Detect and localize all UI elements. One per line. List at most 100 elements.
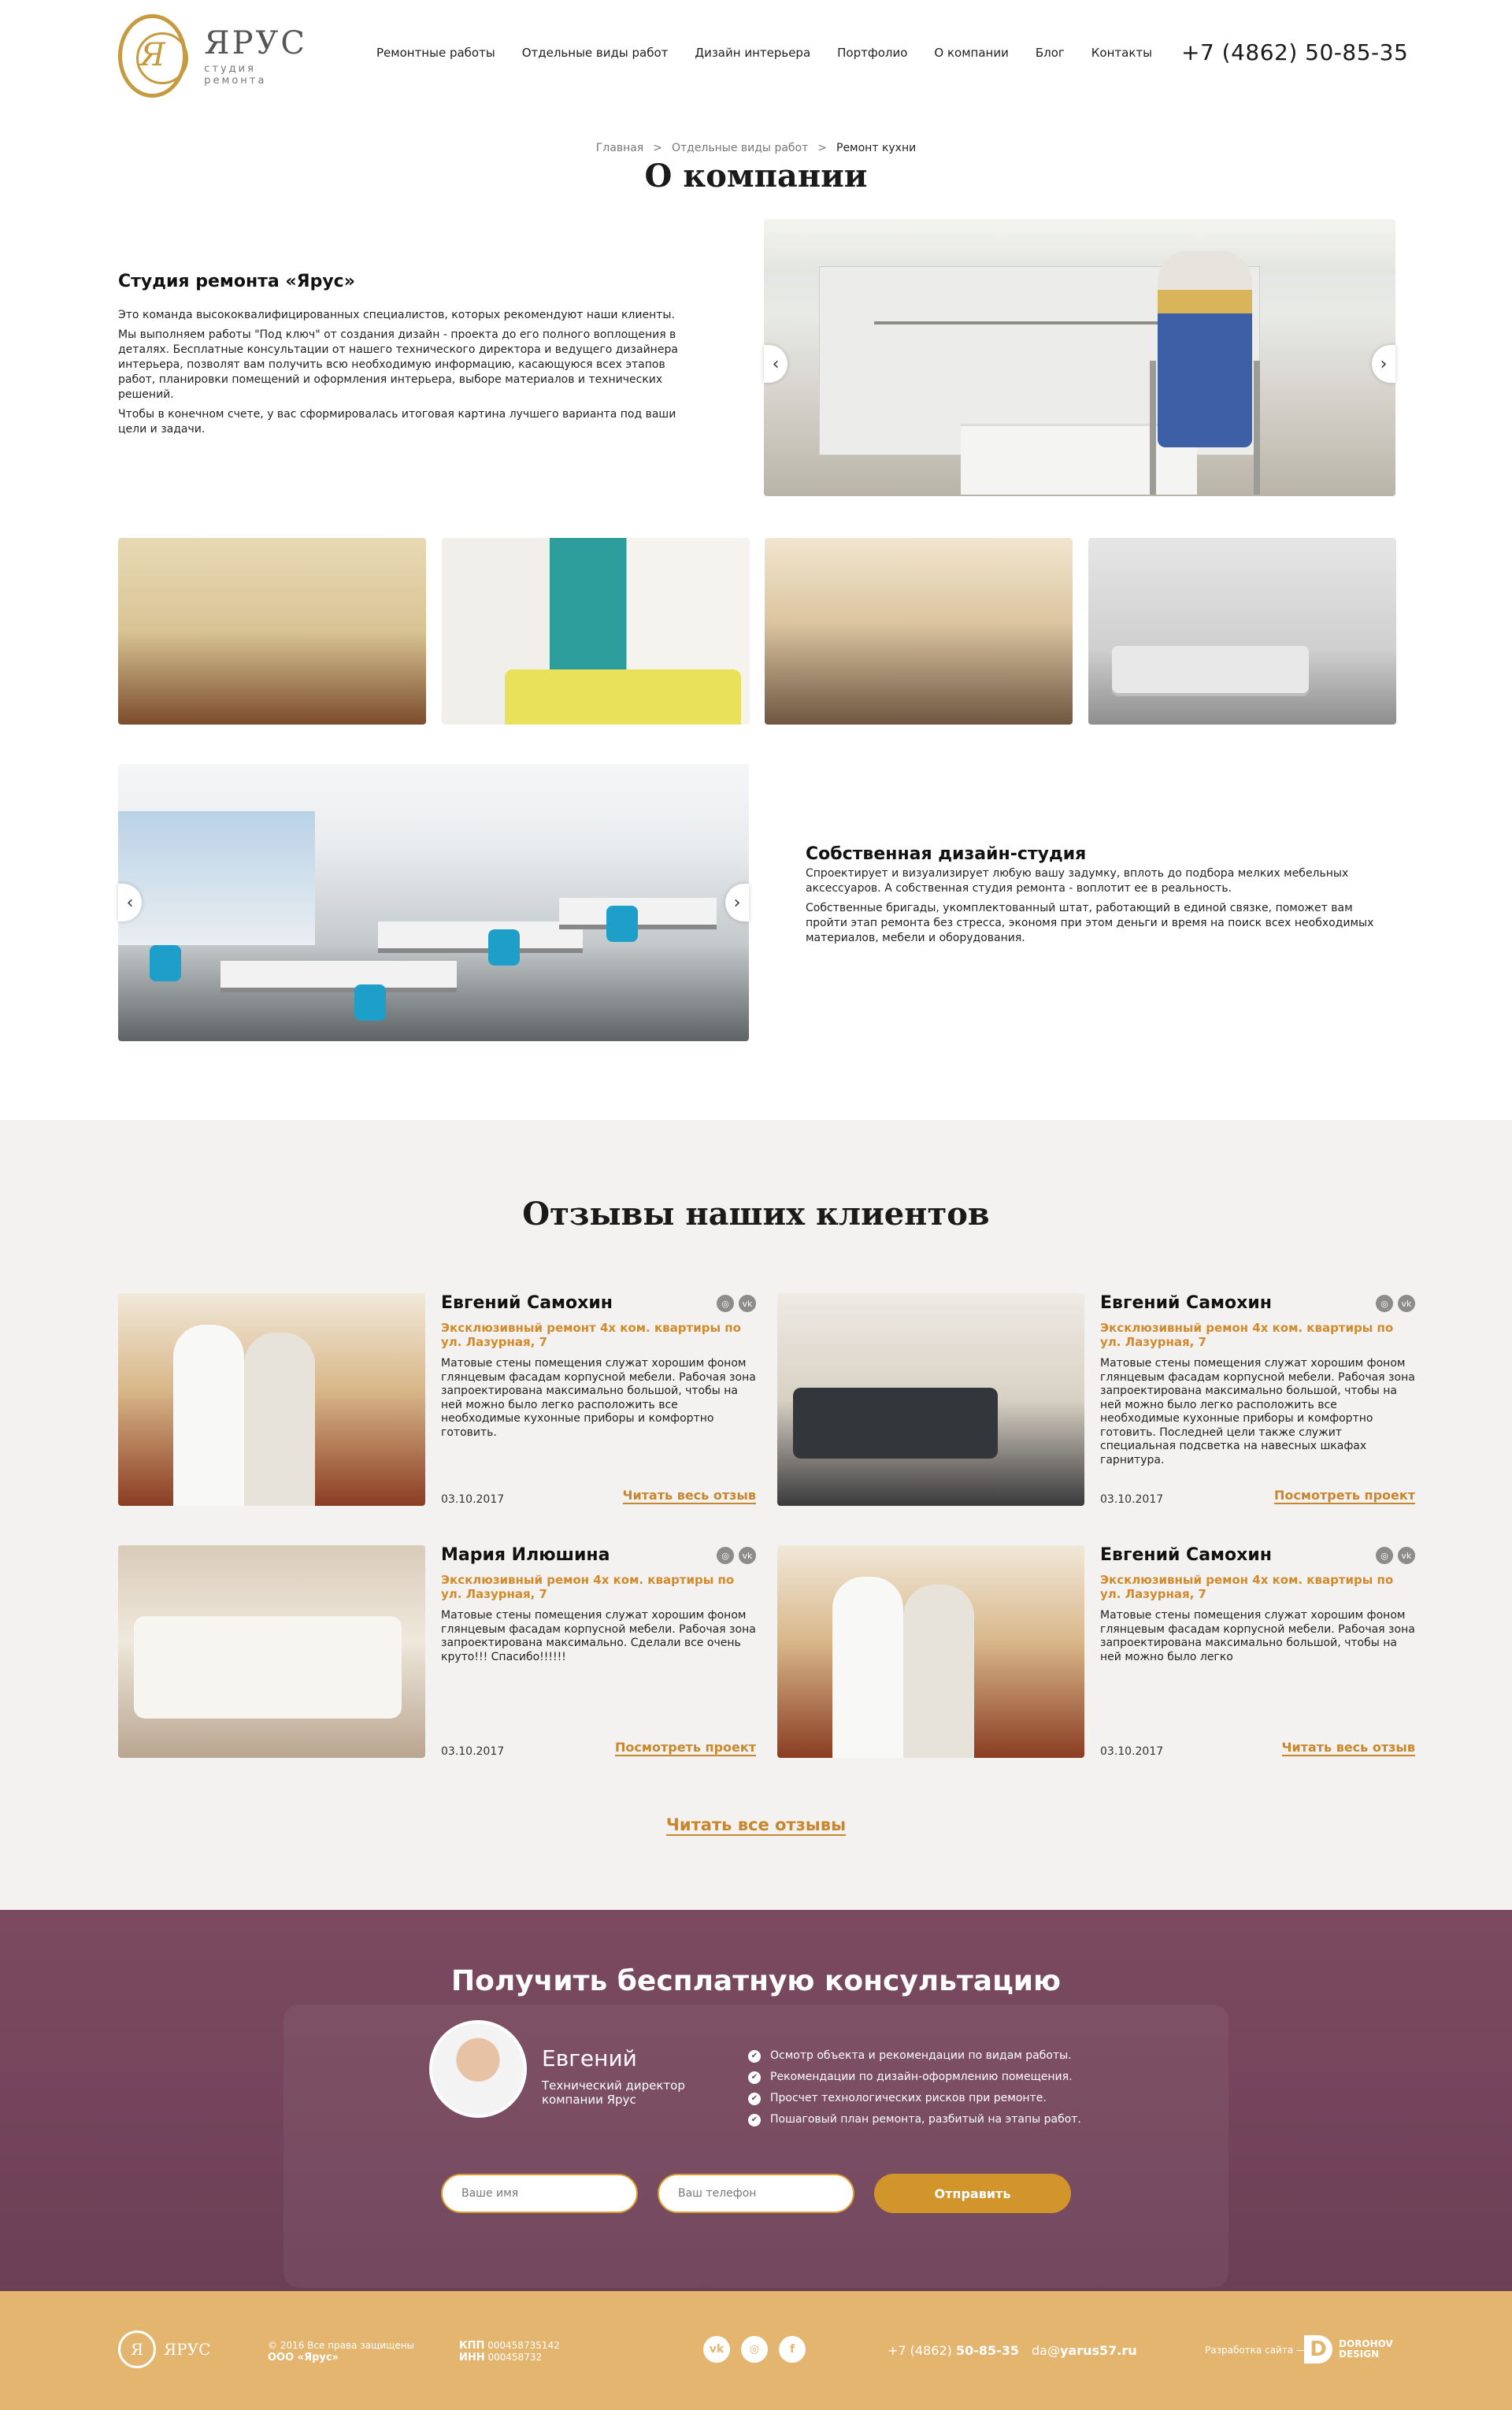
gallery-photo-kids-room[interactable] [442, 538, 750, 725]
footer-logo-mark-icon: Я [118, 2330, 156, 2368]
benefit-item: Пошаговый план ремонта, разбитый на этап… [748, 2109, 1081, 2130]
developer-label: Разработка сайта — [1205, 2345, 1306, 2356]
review-text: Матовые стены помещения служат хорошим ф… [1100, 1357, 1415, 1466]
logo-name: ЯРУС [204, 25, 307, 61]
vk-icon[interactable]: vk [739, 1547, 756, 1564]
review-card: Мария Илюшина ◎ vk Эксклюзивный ремон 4х … [118, 1545, 756, 1758]
nav-blog[interactable]: Блог [1036, 46, 1065, 60]
about-slider-image [764, 219, 1395, 496]
review-date: 03.10.2017 [1100, 1493, 1164, 1506]
site-footer: Я ЯРУС © 2016 Все права защищены ООО «Яр… [0, 2291, 1512, 2410]
review-date: 03.10.2017 [1100, 1745, 1164, 1758]
breadcrumb: Главная > Отдельные виды работ > Ремонт кухн… [595, 142, 917, 154]
review-card: Евгений Самохин ◎ vk Эксклюзивный ремон 4… [777, 1545, 1415, 1758]
instagram-icon[interactable]: ◎ [717, 1547, 734, 1564]
design-studio-slider-image [118, 764, 749, 1041]
vk-icon[interactable]: vk [739, 1295, 756, 1312]
phone-input[interactable] [658, 2174, 854, 2213]
review-card: Евгений Самохин ◎ vk Эксклюзивный ремонт … [118, 1293, 756, 1506]
breadcrumb-home[interactable]: Главная [596, 142, 643, 154]
review-subtitle: Эксклюзивный ремон 4х ком. квартиры по у… [441, 1573, 735, 1601]
review-photo [777, 1545, 1084, 1758]
vk-icon[interactable]: vk [1398, 1295, 1415, 1312]
footer-logo-name: ЯРУС [164, 2340, 211, 2359]
review-subtitle: Эксклюзивный ремонт 4х ком. квартиры по … [441, 1321, 741, 1349]
review-read-more-link[interactable]: Читать весь отзыв [1281, 1740, 1415, 1756]
review-date: 03.10.2017 [441, 1745, 505, 1758]
about-text: Студия ремонта «Ярус» Это команда высоко… [118, 272, 701, 442]
developer-logo[interactable]: D DOROHOV DESIGN [1304, 2335, 1393, 2364]
breadcrumb-separate-works[interactable]: Отдельные виды работ [672, 142, 808, 154]
vk-icon[interactable]: vk [1398, 1547, 1415, 1564]
facebook-icon[interactable]: f [779, 2336, 806, 2363]
footer-social: vk ◎ f [703, 2336, 806, 2363]
instagram-icon[interactable]: ◎ [1376, 1547, 1393, 1564]
review-subtitle: Эксклюзивный ремон 4х ком. квартиры по у… [1100, 1573, 1394, 1601]
review-photo [118, 1293, 425, 1506]
footer-requisites: КПП 000458735142 ИНН 000458732 [459, 2340, 560, 2364]
name-input[interactable] [441, 2174, 638, 2213]
nav-about[interactable]: О компании [934, 46, 1008, 60]
send-button[interactable]: Отправить [874, 2174, 1071, 2213]
main-nav: Ремонтные работы Отдельные виды работ Ди… [376, 46, 1152, 60]
dorohov-design-icon: D [1304, 2335, 1332, 2364]
review-photo [777, 1293, 1084, 1506]
logo[interactable]: Я ЯРУС студия ремонта [118, 13, 307, 99]
review-author: Евгений Самохин [1100, 1293, 1272, 1313]
read-all-reviews-link[interactable]: Читать все отзывы [665, 1815, 847, 1836]
benefits-list: Осмотр объекта и рекомендации по видам р… [748, 2045, 1081, 2130]
benefit-item: Рекомендации по дизайн-оформлению помеще… [748, 2067, 1081, 2088]
review-text: Матовые стены помещения служат хорошим ф… [441, 1357, 756, 1439]
footer-phone[interactable]: +7 (4862) 50-85-35 [888, 2343, 1019, 2358]
instagram-icon[interactable]: ◎ [717, 1295, 734, 1312]
vk-icon[interactable]: vk [703, 2336, 730, 2363]
nav-portfolio[interactable]: Портфолио [837, 46, 907, 60]
review-subtitle: Эксклюзивный ремон 4х ком. квартиры по у… [1100, 1321, 1394, 1349]
design-studio-text: Собственная дизайн-студия Спроектирует и… [806, 844, 1388, 951]
benefit-item: Просчет технологических рисков при ремон… [748, 2088, 1081, 2109]
about-paragraph: Чтобы в конечном счете, у вас сформирова… [118, 408, 676, 436]
instagram-icon[interactable]: ◎ [1376, 1295, 1393, 1312]
gallery-photo-living-room[interactable] [1088, 538, 1396, 725]
review-read-more-link[interactable]: Читать весь отзыв [622, 1488, 756, 1504]
review-photo [118, 1545, 425, 1758]
consultant-role: Технический директор компании Ярус [542, 2078, 685, 2107]
read-all-reviews: Читать все отзывы [0, 1815, 1512, 1836]
review-author: Евгений Самохин [1100, 1545, 1272, 1565]
review-card: Евгений Самохин ◎ vk Эксклюзивный ремон 4… [777, 1293, 1415, 1506]
instagram-icon[interactable]: ◎ [741, 2336, 768, 2363]
design-studio-title: Собственная дизайн-студия [806, 844, 1087, 864]
reviews-title: Отзывы наших клиентов [522, 1196, 990, 1233]
review-project-link[interactable]: Посмотреть проект [1274, 1488, 1415, 1504]
review-date: 03.10.2017 [441, 1493, 505, 1506]
gallery-photo-reception[interactable] [765, 538, 1073, 725]
design-studio-paragraph: Собственные бригады, укомплектованный шт… [806, 902, 1374, 944]
logo-mark-icon: Я [118, 14, 189, 98]
consultation-title: Получить бесплатную консультацию [451, 1965, 1061, 1997]
nav-interior-design[interactable]: Дизайн интерьера [695, 46, 810, 60]
review-author: Мария Илюшина [441, 1545, 610, 1565]
footer-logo[interactable]: Я ЯРУС [118, 2330, 210, 2368]
footer-copyright: © 2016 Все права защищены ООО «Ярус» [268, 2340, 415, 2364]
benefit-item: Осмотр объекта и рекомендации по видам р… [748, 2045, 1081, 2067]
review-author: Евгений Самохин [441, 1293, 613, 1313]
nav-contacts[interactable]: Контакты [1091, 46, 1152, 60]
review-text: Матовые стены помещения служат хорошим ф… [441, 1609, 756, 1663]
reviews-section [0, 1120, 1512, 1910]
review-project-link[interactable]: Посмотреть проект [615, 1740, 756, 1756]
nav-separate-works[interactable]: Отдельные виды работ [522, 46, 669, 60]
site-header: Я ЯРУС студия ремонта Ремонтные работы О… [0, 0, 1512, 110]
logo-subtitle: студия ремонта [204, 63, 267, 87]
about-paragraph: Это команда высококвалифицированных спец… [118, 309, 675, 321]
consultation-section: Получить бесплатную консультацию Евгений… [0, 1910, 1512, 2291]
about-paragraph: Мы выполняем работы "Под ключ" от создан… [118, 328, 678, 401]
review-text: Матовые стены помещения служат хорошим ф… [1100, 1609, 1415, 1663]
avatar [429, 2020, 527, 2118]
nav-repair-works[interactable]: Ремонтные работы [376, 46, 495, 60]
footer-email[interactable]: da@yarus57.ru [1032, 2343, 1137, 2358]
breadcrumb-current: Ремонт кухни [836, 142, 917, 154]
about-title: Студия ремонта «Ярус» [118, 272, 355, 291]
header-phone[interactable]: +7 (4862) 50-85-35 [1181, 39, 1408, 65]
gallery-photo-salon[interactable] [118, 538, 426, 725]
page-title: О компании [644, 158, 868, 195]
